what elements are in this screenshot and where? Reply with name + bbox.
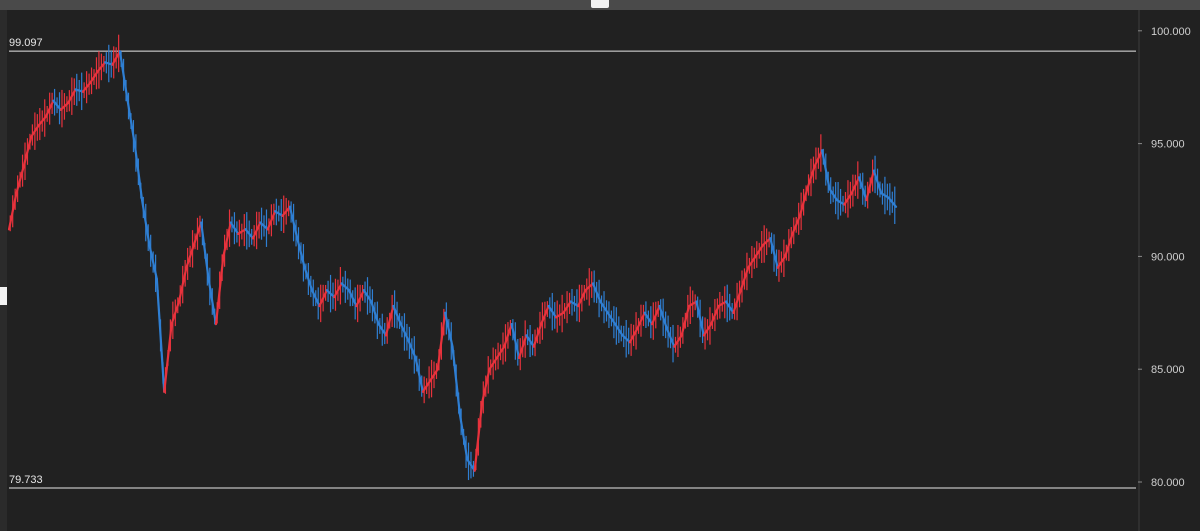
left-resize-handle[interactable] (0, 287, 7, 305)
price-axis-line (1138, 10, 1140, 531)
top-scrollbar-handle[interactable] (591, 0, 609, 8)
price-axis-panel[interactable] (1138, 10, 1200, 531)
price-chart-area[interactable] (7, 10, 1138, 531)
top-scrollbar[interactable] (0, 0, 1200, 10)
left-edge-bar (0, 10, 7, 531)
